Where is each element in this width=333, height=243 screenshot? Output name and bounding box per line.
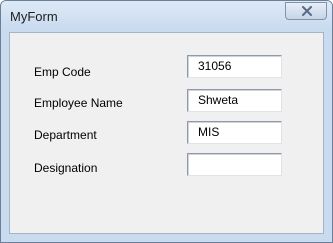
title-bar[interactable]: MyForm [1, 1, 332, 31]
employee-name-field[interactable]: Shweta [187, 89, 282, 112]
window-title: MyForm [10, 9, 58, 24]
userform-window: MyForm Emp Code 31056 Employee Name Shwe… [0, 0, 333, 243]
form-body: Emp Code 31056 Employee Name Shweta Depa… [9, 32, 324, 234]
emp-code-field[interactable]: 31056 [187, 55, 282, 78]
department-field[interactable]: MIS [187, 121, 282, 144]
close-button[interactable] [285, 2, 327, 20]
close-icon [302, 6, 312, 16]
designation-label: Designation [34, 161, 98, 175]
emp-code-label: Emp Code [34, 65, 91, 79]
designation-field[interactable] [187, 153, 282, 176]
department-label: Department [34, 128, 97, 142]
employee-name-label: Employee Name [34, 96, 123, 110]
